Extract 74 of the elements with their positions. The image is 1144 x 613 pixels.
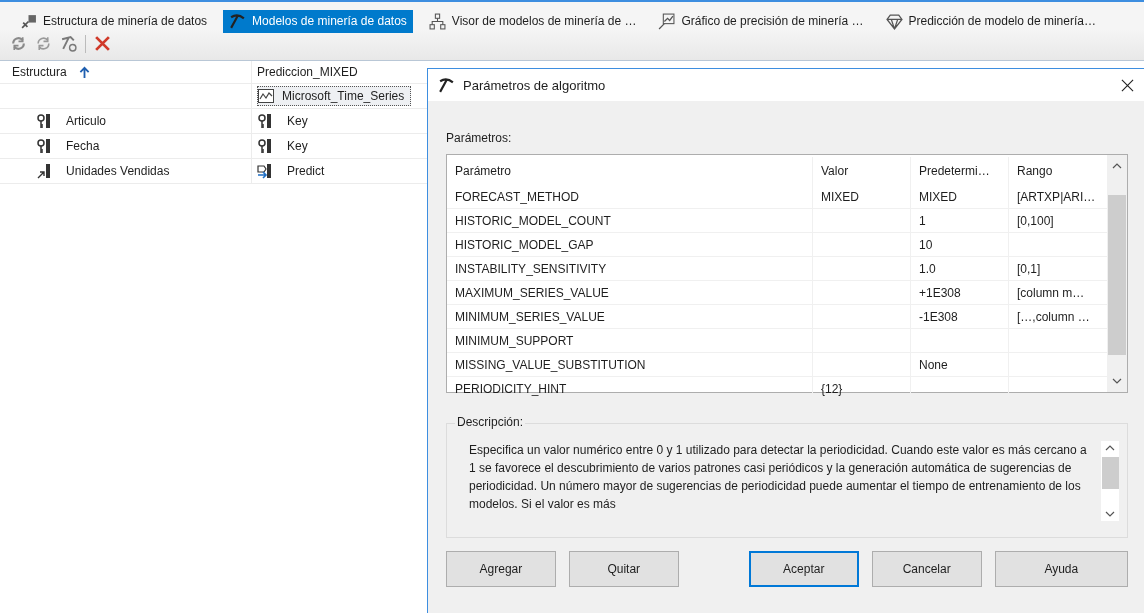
pickaxe-icon — [438, 76, 455, 94]
tab[interactable]: Modelos de minería de datos — [223, 9, 413, 33]
table-cell: Fecha — [66, 139, 100, 153]
column-header[interactable]: Parámetro — [455, 164, 512, 178]
table-cell: Key — [287, 139, 308, 153]
predict-icon — [257, 163, 273, 179]
table-cell: Key — [287, 114, 308, 128]
dialog-button[interactable]: Ayuda — [994, 551, 1128, 587]
group-label: Descripción: — [455, 415, 526, 429]
table-cell: 10 — [919, 237, 933, 252]
key-icon — [36, 138, 52, 154]
table-cell: Unidades Vendidas — [66, 164, 170, 178]
table-cell: [0,1] — [1017, 261, 1041, 276]
table-cell: MIXED — [821, 189, 859, 204]
table-cell: MINIMUM_SUPPORT — [455, 333, 574, 348]
table-cell: 1.0 — [919, 261, 936, 276]
table-cell: MINIMUM_SERIES_VALUE — [455, 309, 605, 324]
key-icon — [257, 138, 273, 154]
line-chart-icon — [258, 88, 274, 104]
dialog-button[interactable]: Aceptar — [748, 551, 859, 587]
arrow-column-icon — [36, 163, 52, 179]
table-cell: {12} — [821, 381, 843, 396]
table-cell: None — [919, 357, 948, 372]
table-cell: Articulo — [66, 114, 106, 128]
table-cell: [0,100] — [1017, 213, 1054, 228]
table-cell: MAXIMUM_SERIES_VALUE — [455, 285, 609, 300]
table-cell: MISSING_VALUE_SUBSTITUTION — [455, 357, 646, 372]
column-header[interactable]: Prediccion_MIXED — [257, 65, 358, 79]
tab[interactable]: Gráfico de precisión de minería … — [652, 9, 870, 33]
table-cell: -1E308 — [919, 309, 958, 324]
dialog-button[interactable]: Agregar — [446, 551, 556, 587]
table-cell: MIXED — [919, 189, 957, 204]
scroll-up-icon[interactable] — [1112, 163, 1122, 169]
diamond-icon — [885, 12, 903, 30]
table-cell: +1E308 — [919, 285, 961, 300]
column-header[interactable]: Valor — [821, 164, 849, 178]
algorithm-cell[interactable]: Microsoft_Time_Series — [257, 86, 412, 106]
table-cell: [column m… — [1017, 285, 1085, 300]
column-header[interactable]: Rango — [1017, 164, 1053, 178]
section-label: Parámetros: — [446, 131, 513, 145]
dialog-button[interactable]: Quitar — [568, 551, 679, 587]
table-cell: 1 — [919, 213, 926, 228]
pickaxe-clock-icon[interactable] — [60, 35, 77, 52]
scroll-down-icon[interactable] — [1112, 378, 1122, 384]
scroll-up-icon[interactable] — [1105, 445, 1115, 451]
tab[interactable]: Predicción de modelo de minería… — [879, 9, 1102, 33]
tab[interactable]: Visor de modelos de minería de … — [422, 9, 643, 33]
chart-icon — [658, 12, 676, 30]
table-cell: HISTORIC_MODEL_GAP — [455, 237, 594, 252]
delete-icon[interactable] — [94, 35, 111, 52]
sort-ascending-icon[interactable] — [78, 65, 90, 79]
table-cell: INSTABILITY_SENSITIVITY — [455, 261, 607, 276]
scroll-down-icon[interactable] — [1105, 511, 1115, 517]
table-cell: FORECAST_METHOD — [455, 189, 579, 204]
dialog-button[interactable]: Cancelar — [871, 551, 982, 587]
dialog-title: Parámetros de algoritmo — [463, 77, 607, 93]
table-cell: […,column … — [1017, 309, 1090, 324]
pickaxe-icon — [229, 12, 247, 30]
table-cell: Predict — [287, 164, 325, 178]
process-icon[interactable] — [10, 35, 27, 52]
tab[interactable]: Estructura de minería de datos — [14, 9, 214, 33]
structure-icon — [20, 12, 37, 30]
scrollbar[interactable] — [1107, 155, 1127, 392]
close-icon[interactable] — [1121, 78, 1134, 92]
hierarchy-icon — [428, 12, 446, 30]
table-cell: HISTORIC_MODEL_COUNT — [455, 213, 611, 228]
table-cell: [ARTXP|ARI… — [1017, 189, 1096, 204]
key-icon — [257, 113, 273, 129]
table-cell: PERIODICITY_HINT — [455, 381, 567, 396]
description-text: Especifica un valor numérico entre 0 y 1 utilizado para detectar la periodicidad. Cuando este valor es más cercano a 1 se favorece el descubrimiento de varios patrones casi periódicos y la generación automática de sugerencias de periodicidad. Un número mayor de sugerencias de periodicidad puede aumentar el tiempo de entrenamiento de los modelos. Si el valor es más — [469, 442, 1088, 513]
column-header[interactable]: Estructura — [12, 65, 67, 79]
scrollbar[interactable] — [1101, 441, 1119, 521]
column-header[interactable]: Predetermi… — [919, 164, 990, 178]
key-icon — [36, 113, 52, 129]
